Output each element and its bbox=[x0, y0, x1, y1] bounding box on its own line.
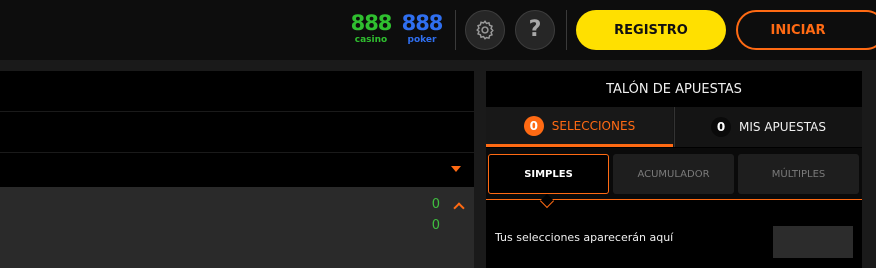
tab-label: MIS APUESTAS bbox=[739, 120, 826, 134]
market-odds-panel bbox=[0, 187, 474, 268]
empty-selections-message: Tus selecciones aparecerán aquí bbox=[495, 231, 674, 244]
bet-type-acumulador[interactable]: ACUMULADOR bbox=[613, 154, 734, 194]
register-button[interactable]: REGISTRO bbox=[576, 10, 726, 50]
casino-logo-number: 888 bbox=[350, 11, 393, 35]
help-button[interactable]: ? bbox=[515, 10, 555, 50]
bet-slip-tabs: 0 SELECCIONES 0 MIS APUESTAS bbox=[486, 107, 862, 147]
bet-type-simples[interactable]: SIMPLES bbox=[488, 154, 609, 194]
help-icon: ? bbox=[528, 17, 542, 42]
poker-logo-number: 888 bbox=[401, 11, 444, 35]
casino-link[interactable]: 888 casino bbox=[349, 13, 393, 45]
stake-box bbox=[773, 226, 853, 258]
bet-slip: TALÓN DE APUESTAS 0 SELECCIONES 0 MIS AP… bbox=[486, 71, 862, 268]
bet-type-selector: SIMPLES ACUMULADOR MÚLTIPLES bbox=[486, 148, 862, 200]
market-dropdown[interactable] bbox=[0, 153, 474, 187]
bet-slip-title: TALÓN DE APUESTAS bbox=[606, 81, 742, 97]
odds-value[interactable]: 0 bbox=[426, 218, 440, 233]
settings-button[interactable] bbox=[465, 10, 505, 50]
tab-selecciones[interactable]: 0 SELECCIONES bbox=[486, 107, 673, 147]
odds-value[interactable]: 0 bbox=[426, 197, 440, 212]
bet-type-multiples[interactable]: MÚLTIPLES bbox=[738, 154, 859, 194]
casino-logo-label: casino bbox=[354, 35, 388, 45]
header-divider bbox=[455, 10, 456, 50]
market-row[interactable] bbox=[0, 112, 474, 152]
page: 888 casino 888 poker ? REGISTRO INICIAR bbox=[0, 0, 876, 268]
poker-link[interactable]: 888 poker bbox=[400, 13, 444, 45]
market-row[interactable] bbox=[0, 71, 474, 111]
selections-count-badge: 0 bbox=[523, 115, 544, 136]
caret-down-icon[interactable] bbox=[451, 166, 461, 172]
gear-icon bbox=[476, 20, 494, 40]
login-button[interactable]: INICIAR bbox=[736, 10, 876, 50]
header-divider bbox=[566, 10, 567, 50]
my-bets-count-badge: 0 bbox=[711, 117, 731, 137]
top-header: 888 casino 888 poker ? REGISTRO INICIAR bbox=[0, 0, 876, 60]
tab-label: SELECCIONES bbox=[551, 118, 636, 133]
tab-mis-apuestas[interactable]: 0 MIS APUESTAS bbox=[674, 107, 862, 147]
poker-logo-label: poker bbox=[407, 35, 437, 45]
